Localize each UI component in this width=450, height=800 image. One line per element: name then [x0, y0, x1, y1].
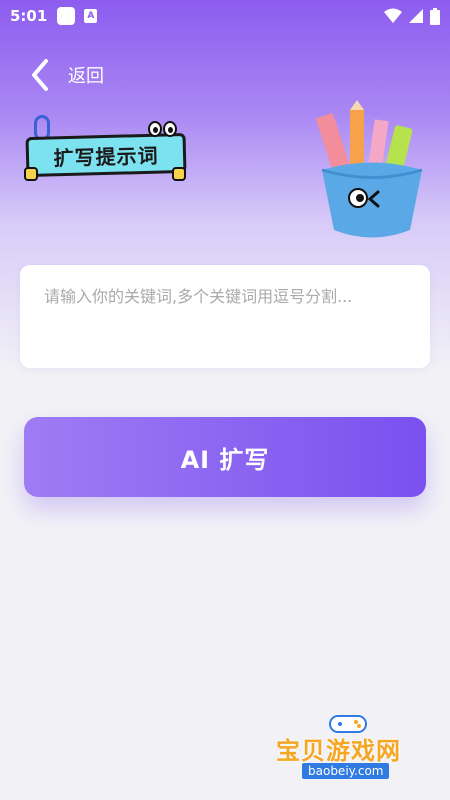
hand-icon	[172, 167, 186, 181]
wifi-icon	[384, 8, 402, 23]
eye-icon	[163, 121, 177, 137]
eye-icon	[148, 121, 162, 137]
pencil-cup-icon	[316, 100, 423, 238]
watermark-title: 宝贝游戏网	[276, 737, 401, 765]
notification-square-icon	[57, 7, 76, 25]
keyword-input-placeholder: 请输入你的关键词,多个关键词用逗号分割...	[44, 287, 353, 306]
watermark: 宝贝游戏网 baobeiy.com	[270, 715, 430, 795]
back-label: 返回	[68, 66, 104, 87]
ai-expand-label: AI 扩写	[180, 445, 270, 474]
keyword-input[interactable]: 请输入你的关键词,多个关键词用逗号分割...	[20, 265, 430, 368]
sticker-card: 扩写提示词	[25, 132, 187, 178]
ai-expand-button[interactable]: AI 扩写	[24, 417, 426, 497]
title-sticker: 扩写提示词	[20, 115, 192, 189]
watermark-url: baobeiy.com	[302, 763, 390, 779]
status-time: 5:01	[10, 7, 48, 25]
chevron-left-icon	[32, 59, 48, 91]
signal-icon	[409, 9, 423, 23]
notification-a-icon: A	[84, 9, 98, 23]
back-button[interactable]: 返回	[30, 58, 104, 92]
battery-icon	[430, 7, 440, 25]
page-title: 扩写提示词	[53, 143, 159, 170]
status-bar: 5:01 A	[0, 0, 450, 32]
hand-icon	[24, 167, 38, 181]
